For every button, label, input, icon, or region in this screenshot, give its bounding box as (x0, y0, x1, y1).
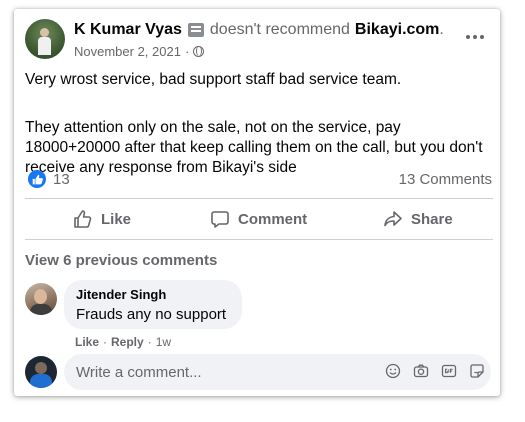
reaction-count[interactable]: 13 (53, 171, 70, 188)
review-post-card: K Kumar Vyas doesn't recommend Bikayi.co… (14, 9, 500, 396)
recommend-status: doesn't recommend (209, 21, 350, 38)
gif-icon[interactable] (441, 363, 457, 379)
share-button[interactable]: Share (383, 209, 453, 229)
view-previous-comments-link[interactable]: View 6 previous comments (25, 252, 217, 269)
comment-actions: Like · Reply · 1w (75, 335, 171, 349)
comment-reply-link[interactable]: Reply (111, 335, 144, 349)
comment-bubble: Jitender Singh Frauds any no support (64, 280, 242, 329)
camera-icon[interactable] (413, 363, 429, 379)
comment-like-link[interactable]: Like (75, 335, 99, 349)
like-label: Like (101, 210, 132, 228)
composer-tools (385, 363, 485, 379)
divider (25, 239, 493, 240)
current-user-avatar (25, 356, 57, 388)
comment-timestamp[interactable]: 1w (156, 335, 171, 349)
share-icon (384, 211, 402, 227)
comment-icon (211, 211, 229, 228)
commenter-name[interactable]: Jitender Singh (76, 287, 230, 303)
post-header: K Kumar Vyas doesn't recommend Bikayi.co… (74, 21, 444, 39)
comment-button[interactable]: Comment (210, 209, 307, 229)
divider (25, 198, 493, 199)
recommend-icon (187, 23, 204, 37)
comment-time-separator: · (147, 335, 152, 349)
post-paragraph-1: Very wrost service, bad support staff ba… (25, 71, 402, 88)
post-paragraph-2: They attention only on the sale, not on … (25, 119, 483, 176)
comment-label: Comment (238, 210, 308, 228)
comment-text: Frauds any no support (76, 306, 227, 323)
header-period: . (439, 21, 444, 38)
post-meta: November 2, 2021 · (74, 44, 205, 59)
post-date[interactable]: November 2, 2021 (74, 44, 181, 59)
like-button[interactable]: Like (73, 209, 131, 229)
emoji-icon[interactable] (385, 363, 401, 379)
like-reaction-icon[interactable] (28, 170, 46, 188)
business-name[interactable]: Bikayi.com (355, 21, 439, 39)
more-icon[interactable] (466, 35, 484, 39)
comment-actions-separator: · (103, 335, 108, 349)
sticker-icon[interactable] (469, 363, 485, 379)
globe-icon (193, 46, 205, 57)
comments-count[interactable]: 13 Comments (399, 171, 492, 188)
author-name[interactable]: K Kumar Vyas (74, 21, 182, 39)
author-avatar[interactable] (25, 19, 65, 59)
like-icon (74, 210, 92, 228)
comment-input[interactable]: Write a comment... (64, 354, 491, 390)
commenter-avatar[interactable] (25, 283, 57, 315)
comment-input-placeholder: Write a comment... (76, 363, 202, 381)
meta-separator: · (184, 44, 190, 59)
share-label: Share (411, 210, 453, 228)
